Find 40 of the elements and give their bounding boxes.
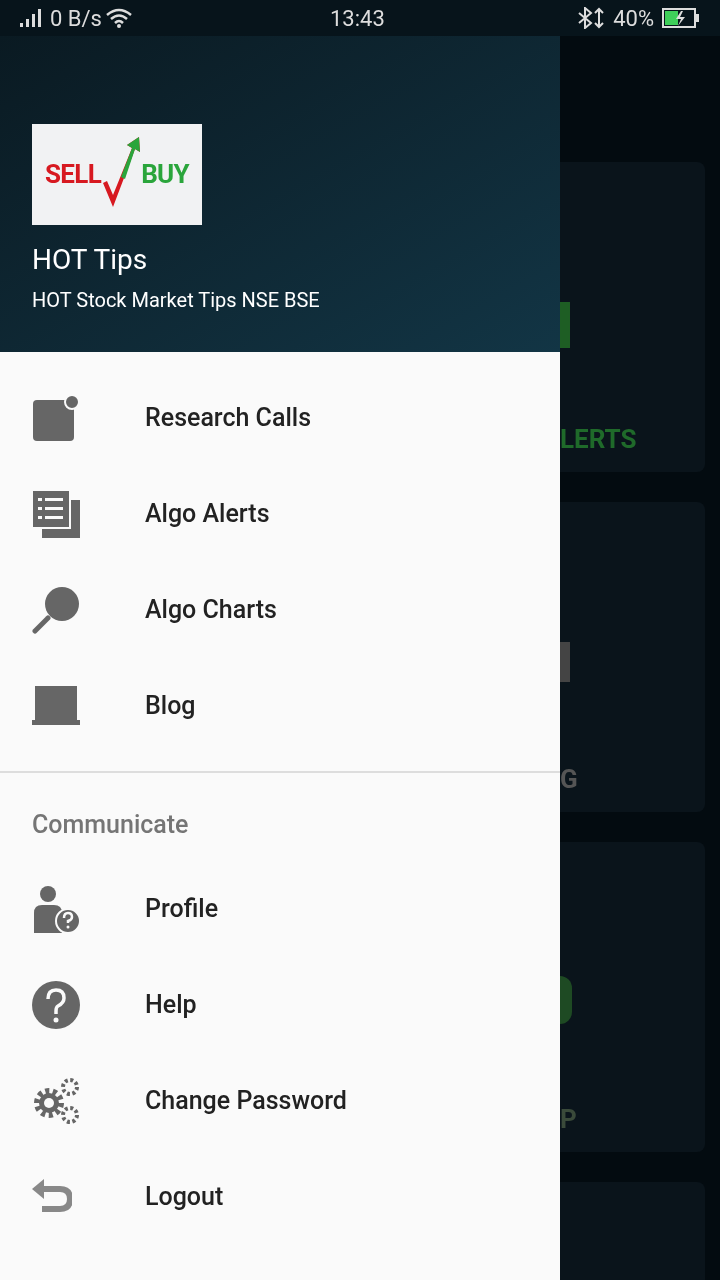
menu-item[interactable]: Algo Charts (0, 562, 560, 658)
menu-item-label: Blog (145, 690, 196, 723)
menu-item[interactable]: Help (0, 956, 560, 1053)
wifi-icon (105, 8, 132, 28)
menu-item-label: Research Calls (145, 402, 312, 435)
menu-item-label: Help (145, 988, 197, 1021)
back-arrow-icon (32, 1178, 72, 1215)
card-label: G (560, 763, 578, 796)
bluetooth-icon (577, 7, 606, 29)
bar-shape (560, 642, 570, 682)
bar-shape (560, 302, 570, 348)
section-header: Communicate (31, 809, 190, 841)
note-icon (32, 394, 80, 442)
logo-text: SELL (44, 158, 102, 191)
app-title: HOT Tips (32, 242, 149, 278)
battery-level: 40% (613, 4, 654, 33)
menu-item[interactable]: Logout (0, 1148, 560, 1245)
menu-item-label: Algo Alerts (145, 498, 270, 531)
menu-item[interactable]: Algo Alerts (0, 466, 560, 562)
menu-item[interactable]: Blog (0, 658, 560, 754)
menu-item-label: Algo Charts (145, 594, 277, 627)
menu-item-label: Change Password (145, 1084, 347, 1117)
search-icon (32, 586, 80, 634)
battery-charging-icon (662, 8, 700, 28)
menu-item[interactable]: Research Calls (0, 370, 560, 466)
settings-icon (32, 1076, 80, 1125)
menu-item[interactable]: Change Password (0, 1052, 560, 1149)
user-help-icon (32, 884, 80, 933)
laptop-icon (32, 686, 80, 726)
help-icon (32, 980, 80, 1029)
menu-item-label: Profile (145, 892, 219, 925)
card-label: LERTS (560, 423, 637, 456)
network-speed: 0 B/s (50, 4, 102, 33)
menu-item[interactable]: Profile (0, 860, 560, 957)
logo-text: BUY (141, 158, 190, 191)
menu-item-label: Logout (145, 1180, 224, 1213)
signal-icon (20, 9, 42, 27)
clock: 13:43 (330, 4, 385, 33)
app-subtitle: HOT Stock Market Tips NSE BSE (32, 287, 321, 314)
list-icon (32, 490, 80, 538)
